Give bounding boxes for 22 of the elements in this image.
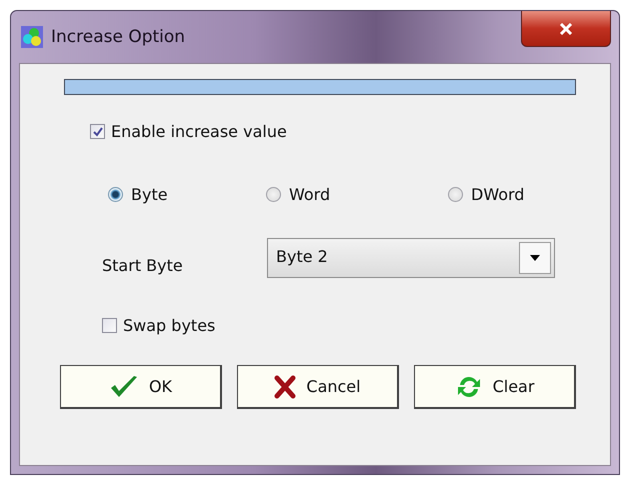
dropdown[interactable]: Byte 2 [267,238,555,278]
radio-label: DWord [471,185,524,204]
close-icon [559,22,573,34]
ok-button[interactable]: OK [60,365,222,409]
checkbox[interactable] [90,124,105,139]
radio-button[interactable] [448,187,463,202]
checkmark-icon [108,374,139,398]
radio-label: Word [289,185,330,204]
radio-button[interactable] [266,187,281,202]
dropdown-arrow-icon [530,255,540,261]
checkbox-label: Enable increase value [111,122,287,141]
x-mark-icon [274,374,296,398]
checkbox[interactable] [102,318,117,333]
radio-label: Byte [131,185,168,204]
radio-button[interactable] [108,187,123,202]
cancel-button[interactable]: Cancel [237,365,399,409]
close-button[interactable] [521,11,611,47]
checkbox-label: Swap bytes [123,316,216,335]
app-icon [21,26,43,48]
clear-button[interactable]: Clear [414,365,576,409]
field-label: Start Byte [102,256,184,274]
window-title: Increase Option [51,27,186,47]
